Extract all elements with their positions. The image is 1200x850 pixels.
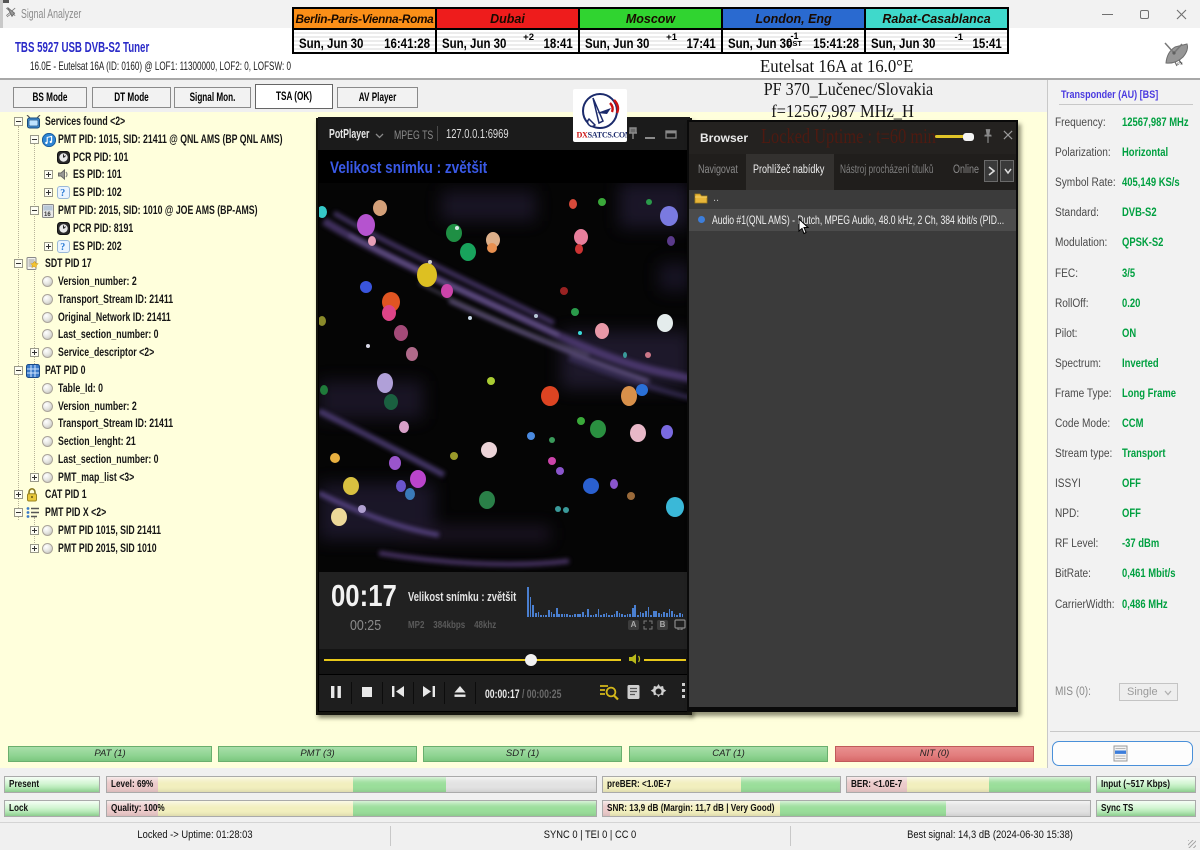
svg-text:d's: d's: [1177, 61, 1183, 66]
svg-text:?: ?: [60, 242, 65, 253]
svg-text:16: 16: [44, 212, 51, 218]
svg-text:?: ?: [60, 188, 65, 199]
svg-text:DXSATCS.COM: DXSATCS.COM: [577, 131, 628, 140]
